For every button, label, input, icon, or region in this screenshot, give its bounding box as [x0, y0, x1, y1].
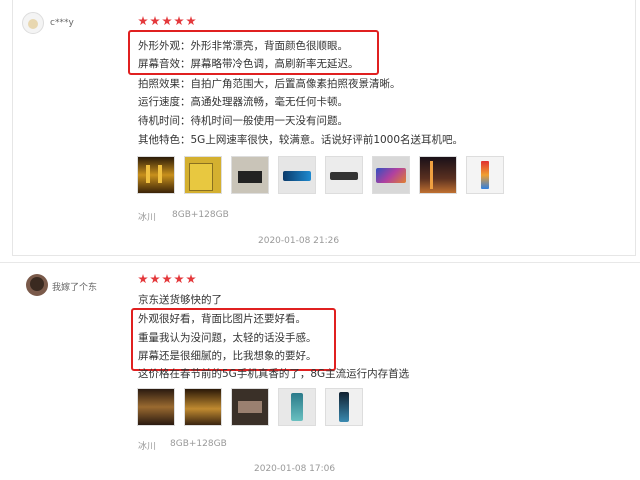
photo-thumbnails — [137, 388, 363, 426]
star-icon — [150, 274, 160, 284]
photo-thumbnail[interactable] — [184, 388, 222, 426]
product-color: 冰川 — [138, 442, 157, 452]
star-icon — [162, 16, 172, 26]
avatar-face-icon — [28, 19, 38, 29]
star-icon — [138, 16, 148, 26]
review-card: c***y 外形外观：外形非常漂亮，背面颜色很顺眼。 屏幕音效：屏幕略带冷色调，… — [0, 0, 640, 256]
photo-thumbnail[interactable] — [325, 388, 363, 426]
star-icon — [150, 16, 160, 26]
review-line: 这价格在春节前的5G手机真香的了，8G主流运行内存首选 — [138, 368, 410, 380]
review-line: 拍照效果：自拍广角范围大，后置高像素拍照夜景清晰。 — [138, 78, 401, 90]
star-icon — [162, 274, 172, 284]
photo-thumbnail[interactable] — [184, 156, 222, 194]
review-line: 待机时间：待机时间一般使用一天没有问题。 — [138, 115, 348, 127]
star-icon — [138, 274, 148, 284]
avatar-face-icon — [30, 277, 44, 291]
product-color: 冰川 — [138, 213, 157, 223]
star-icon — [174, 16, 184, 26]
photo-thumbnail[interactable] — [466, 156, 504, 194]
review-card: 我嫁了个东 京东送货够快的了 外观很好看，背面比图片还要好看。 重量我认为没问题… — [0, 264, 640, 480]
photo-thumbnail[interactable] — [278, 388, 316, 426]
review-line: 重量我认为没问题，太轻的话没手感。 — [138, 332, 317, 344]
star-icon — [186, 16, 196, 26]
review-line: 外观很好看，背面比图片还要好看。 — [138, 313, 306, 325]
review-line: 运行速度：高通处理器流畅，毫无任何卡顿。 — [138, 96, 348, 108]
product-spec: 8GB+128GB — [170, 439, 227, 449]
rating-stars — [138, 16, 196, 26]
avatar[interactable] — [22, 12, 44, 34]
rating-stars — [138, 274, 196, 284]
avatar[interactable] — [26, 274, 48, 296]
product-spec: 8GB+128GB — [172, 210, 229, 220]
review-date: 2020-01-08 17:06 — [254, 464, 336, 474]
review-line: 其他特色：5G上网速率很快，较满意。话说好评前1000名送耳机吧。 — [138, 134, 464, 146]
photo-thumbnail[interactable] — [231, 388, 269, 426]
photo-thumbnail[interactable] — [278, 156, 316, 194]
photo-thumbnail[interactable] — [137, 156, 175, 194]
review-divider — [0, 262, 640, 263]
review-line: 屏幕音效：屏幕略带冷色调，高刷新率无延迟。 — [138, 58, 359, 70]
photo-thumbnail[interactable] — [325, 156, 363, 194]
reviewer-name[interactable]: c***y — [50, 18, 74, 28]
photo-thumbnail[interactable] — [231, 156, 269, 194]
photo-thumbnail[interactable] — [419, 156, 457, 194]
photo-thumbnail[interactable] — [372, 156, 410, 194]
photo-thumbnails — [137, 156, 504, 194]
star-icon — [174, 274, 184, 284]
star-icon — [186, 274, 196, 284]
photo-thumbnail[interactable] — [137, 388, 175, 426]
review-line: 屏幕还是很细腻的，比我想象的要好。 — [138, 350, 317, 362]
review-date: 2020-01-08 21:26 — [258, 236, 340, 246]
review-line: 外形外观：外形非常漂亮，背面颜色很顺眼。 — [138, 40, 348, 52]
review-line: 京东送货够快的了 — [138, 294, 222, 306]
reviewer-name[interactable]: 我嫁了个东 — [52, 280, 97, 293]
